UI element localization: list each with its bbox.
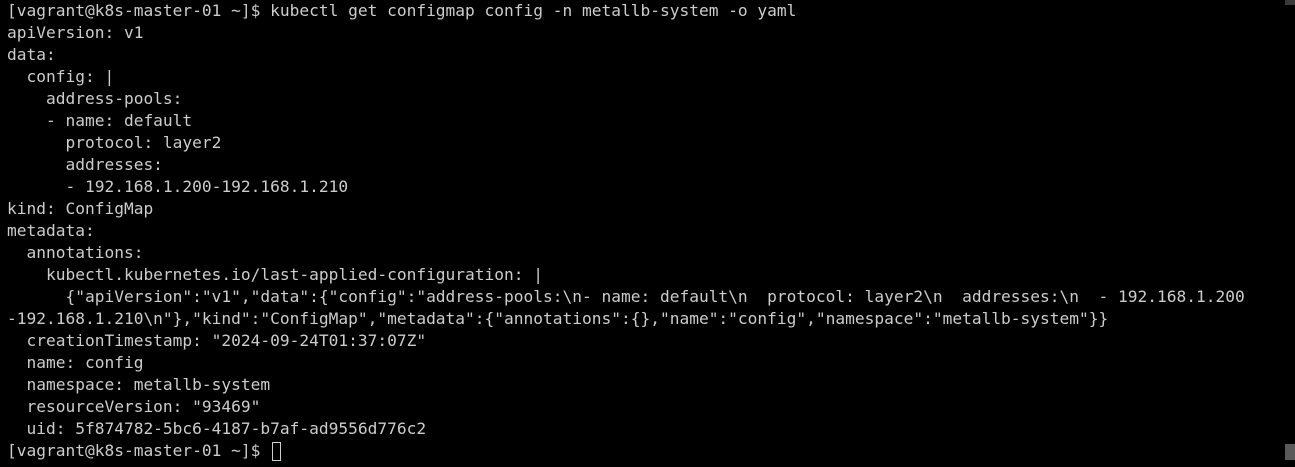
terminal-line: data: [7, 45, 56, 64]
terminal-line: name: config [7, 353, 144, 372]
terminal-line: [vagrant@k8s-master-01 ~]$ kubectl get c… [7, 1, 797, 20]
scrollbar-top-marker [1285, 0, 1295, 5]
terminal-line: annotations: [7, 243, 144, 262]
shell-prompt: [vagrant@k8s-master-01 ~]$ [7, 441, 271, 460]
terminal-line: - name: default [7, 111, 193, 130]
terminal-line: resourceVersion: "93469" [7, 397, 261, 416]
terminal-line: config: | [7, 67, 115, 86]
terminal-line: {"apiVersion":"v1","data":{"config":"add… [7, 287, 1245, 306]
terminal-line: kind: ConfigMap [7, 199, 154, 218]
terminal-line: kubectl.kubernetes.io/last-applied-confi… [7, 265, 544, 284]
terminal-line: protocol: layer2 [7, 133, 222, 152]
scrollbar-thumb[interactable] [1285, 444, 1295, 460]
terminal-line: metadata: [7, 221, 95, 240]
text-cursor [272, 441, 282, 461]
terminal-line: creationTimestamp: "2024-09-24T01:37:07Z… [7, 331, 427, 350]
terminal-line: address-pools: [7, 89, 183, 108]
terminal-line: namespace: metallb-system [7, 375, 271, 394]
terminal-line: -192.168.1.210\n"},"kind":"ConfigMap","m… [7, 309, 1109, 328]
terminal-line: addresses: [7, 155, 163, 174]
terminal-line: - 192.168.1.200-192.168.1.210 [7, 177, 349, 196]
terminal-prompt-line[interactable]: [vagrant@k8s-master-01 ~]$ [7, 440, 1283, 462]
terminal-line: apiVersion: v1 [7, 23, 144, 42]
terminal-window[interactable]: [vagrant@k8s-master-01 ~]$ kubectl get c… [0, 0, 1295, 467]
terminal-line: uid: 5f874782-5bc6-4187-b7af-ad9556d776c… [7, 419, 427, 438]
terminal-output: [vagrant@k8s-master-01 ~]$ kubectl get c… [7, 0, 1283, 462]
